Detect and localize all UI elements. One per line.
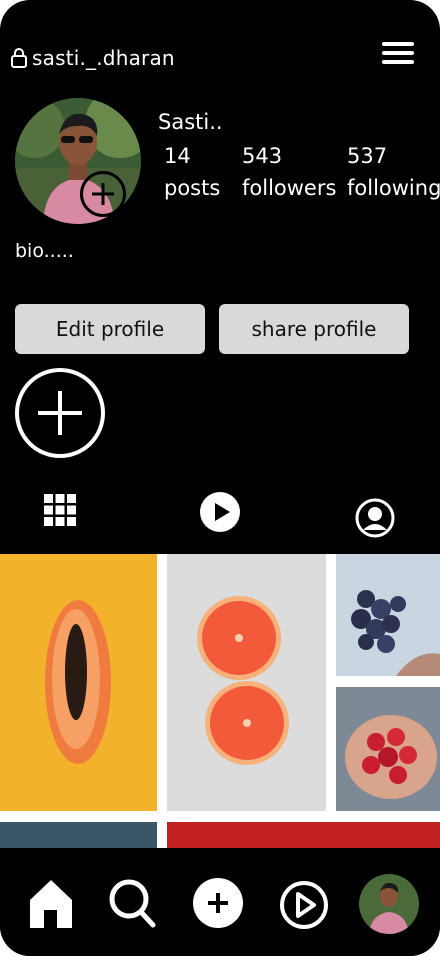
- account-switcher[interactable]: sasti._.dharan: [10, 46, 175, 70]
- followers-count[interactable]: 543 followers: [242, 140, 336, 204]
- bio-text: bio.....: [15, 240, 74, 262]
- profile-avatar[interactable]: [359, 874, 419, 938]
- stat-label: followers: [242, 176, 337, 200]
- username: sasti._.dharan: [32, 46, 175, 70]
- lock-icon: [11, 48, 27, 68]
- content-tabs: [0, 490, 440, 540]
- grid-icon[interactable]: [44, 494, 76, 530]
- share-profile-button[interactable]: share profile: [219, 304, 409, 354]
- stat-label: following: [347, 176, 440, 200]
- edit-profile-button[interactable]: Edit profile: [15, 304, 205, 354]
- plus-icon: [38, 391, 82, 435]
- stat-number: 543: [242, 144, 283, 168]
- post-strawberries[interactable]: [336, 687, 440, 811]
- create-icon[interactable]: [193, 878, 243, 932]
- post-grapefruit[interactable]: [167, 554, 326, 811]
- bottom-nav: [0, 848, 440, 956]
- home-icon[interactable]: [28, 878, 74, 934]
- stat-number: 14: [164, 144, 191, 168]
- stat-number: 537: [347, 144, 388, 168]
- top-bar: sasti._.dharan: [0, 40, 440, 80]
- following-count[interactable]: 537 following: [347, 140, 440, 204]
- profile-screen: sasti._.dharan Sasti.. 14 posts 543 foll…: [0, 0, 440, 956]
- display-name: Sasti..: [158, 110, 223, 134]
- new-highlight-button[interactable]: [15, 368, 105, 458]
- posts-count[interactable]: 14 posts: [164, 140, 220, 204]
- add-story-badge-icon[interactable]: [80, 171, 126, 217]
- tagged-user-icon[interactable]: [355, 498, 395, 542]
- stat-label: posts: [164, 176, 221, 200]
- posts-grid: [0, 554, 440, 854]
- search-icon[interactable]: [108, 878, 156, 932]
- reels-icon[interactable]: [279, 880, 329, 934]
- post-grapes[interactable]: [336, 554, 440, 676]
- reels-play-icon[interactable]: [200, 492, 240, 536]
- post-papaya[interactable]: [0, 554, 157, 811]
- hamburger-menu-icon[interactable]: [382, 42, 414, 68]
